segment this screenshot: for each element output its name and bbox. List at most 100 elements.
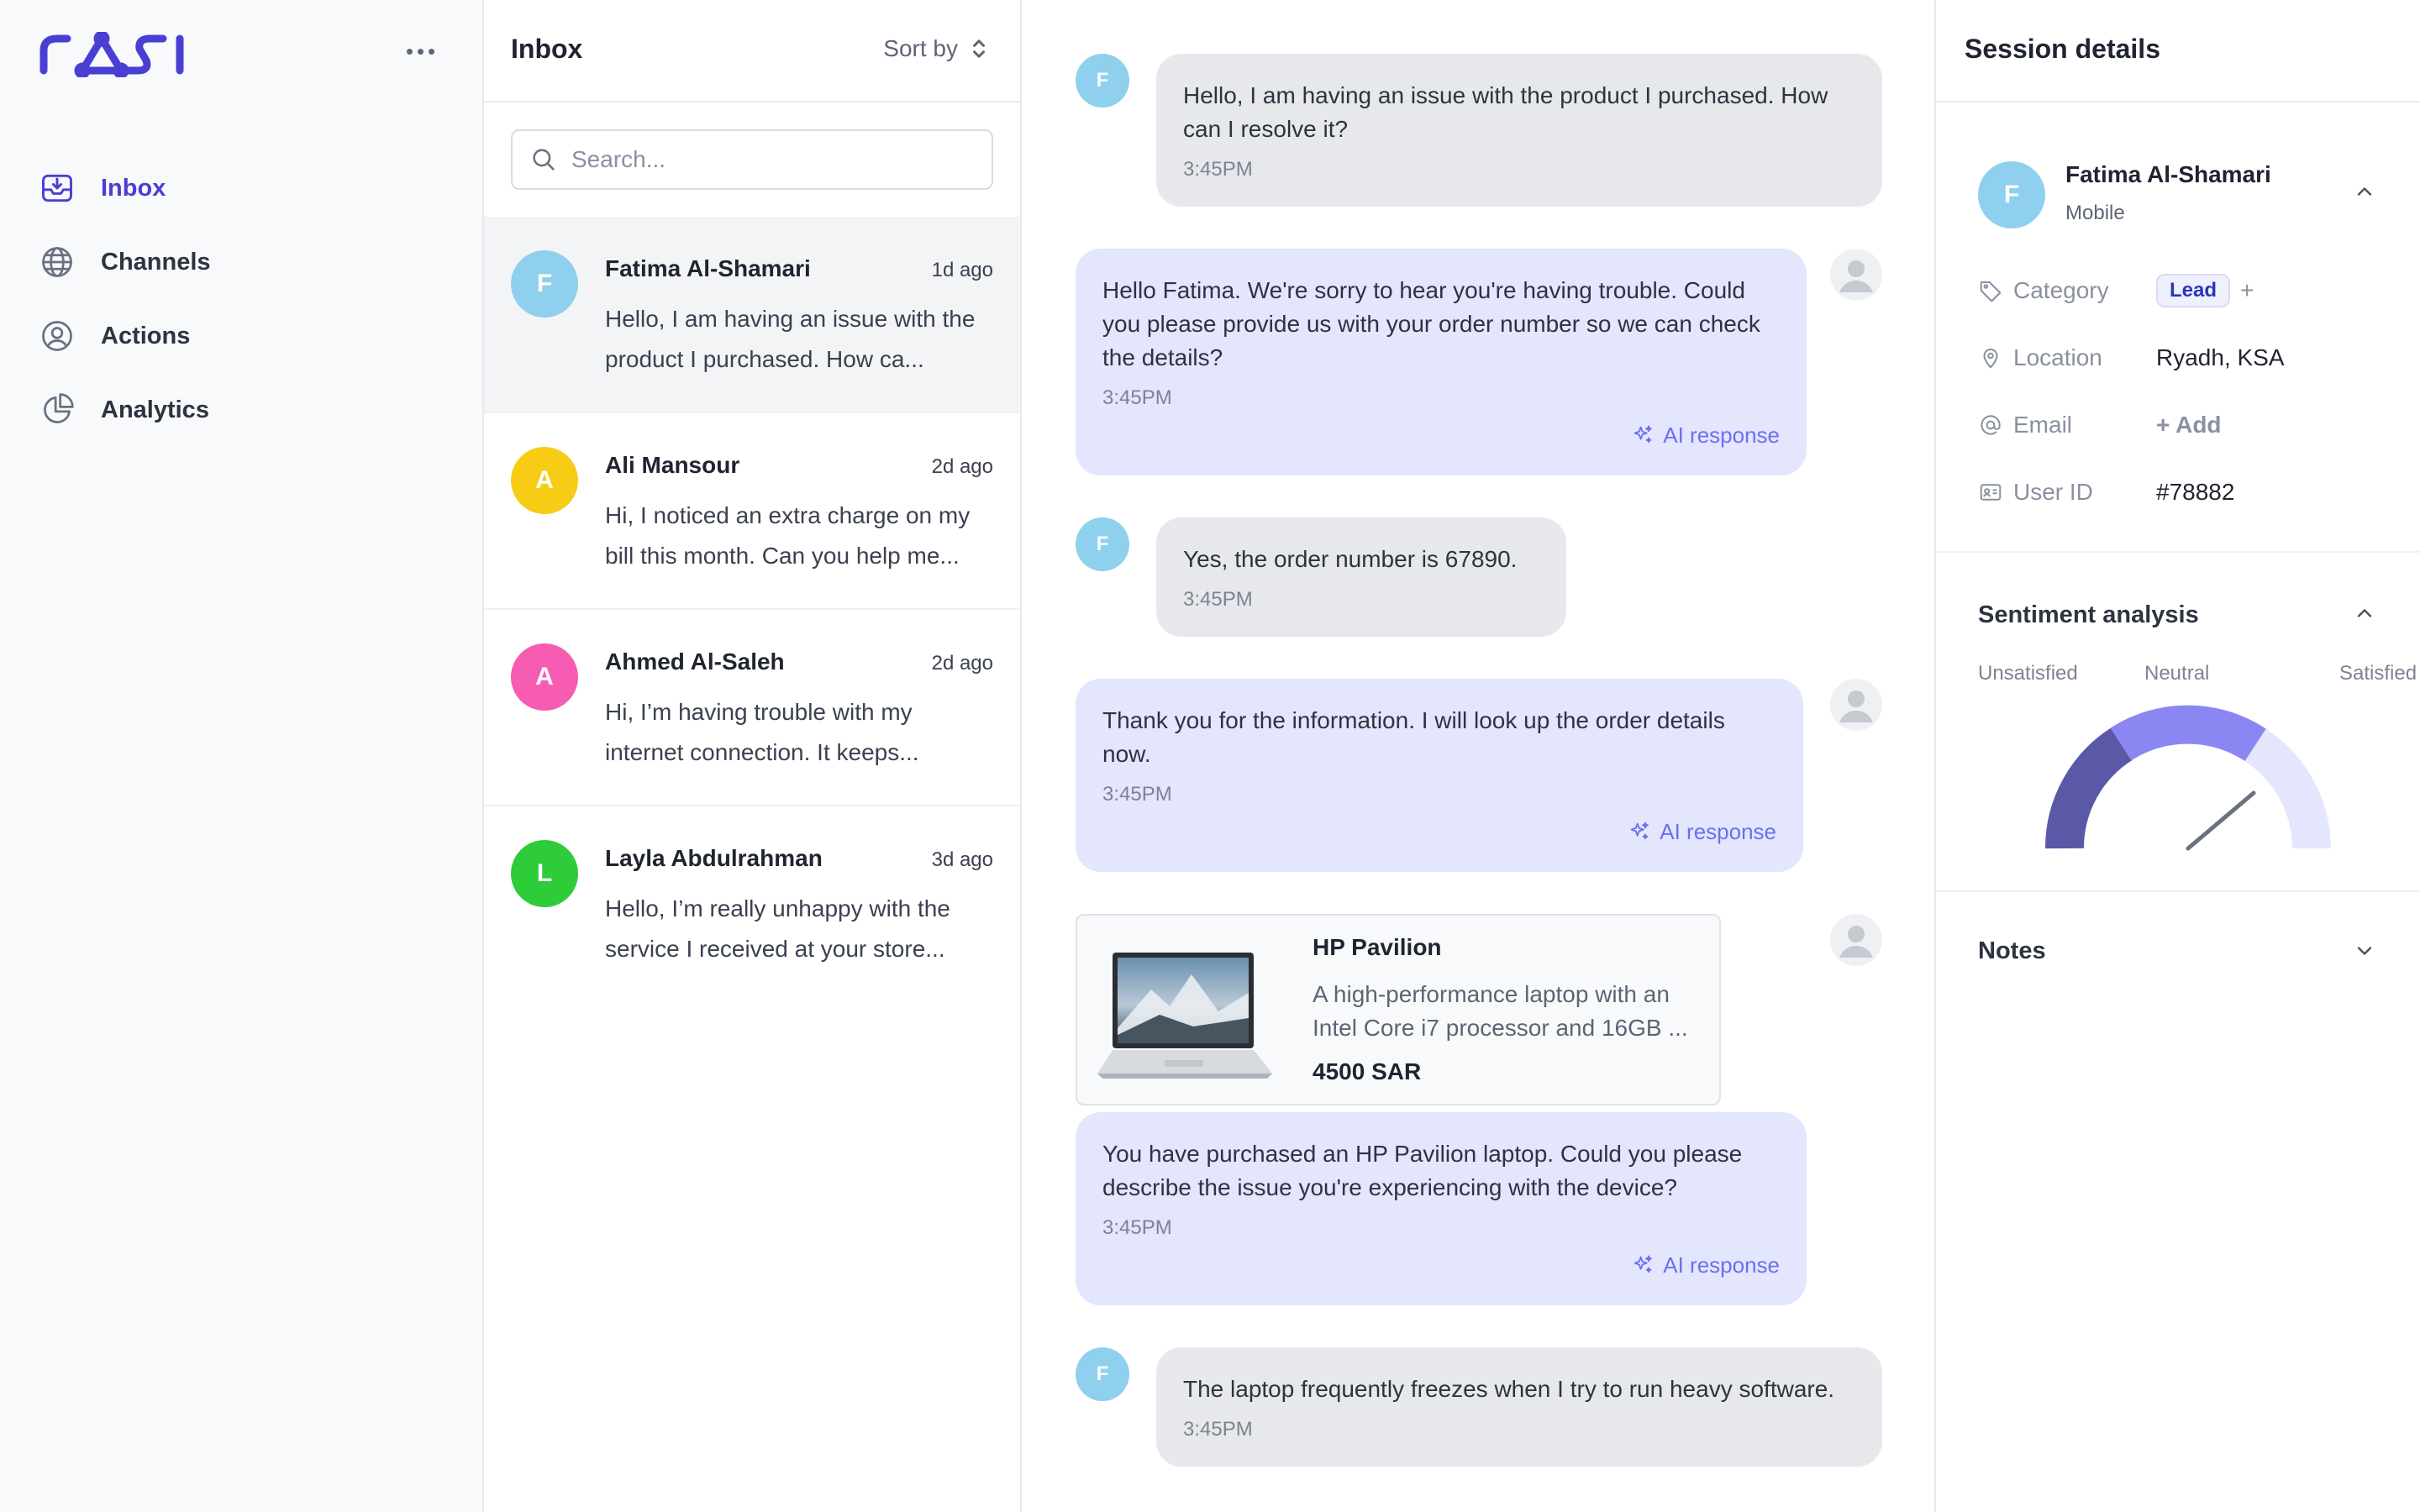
rasi-logo[interactable] [39,32,187,77]
laptop-image [1097,953,1272,1079]
chevron-up-icon[interactable] [2353,601,2376,625]
profile-device: Mobile [2065,202,2125,224]
session-details-title: Session details [1965,34,2160,64]
conversation-time: 2d ago [931,455,993,478]
ai-response-tag: AI response [1102,1248,1780,1282]
sparkles-icon [1634,1255,1653,1273]
user-message: F Hello, I am having an issue with the p… [1076,54,1882,207]
agent-avatar-icon [1830,679,1882,731]
sentiment-label-satisfied: Satisfied [2339,662,2417,685]
message-time: 3:45PM [1102,386,1172,409]
field-user-id: User ID #78882 [1978,475,2234,509]
product-card[interactable]: HP Pavilion A high-performance laptop wi… [1076,914,1721,1105]
id-card-icon [1978,480,2003,505]
contact-name: Ali Mansour [605,452,740,478]
avatar: F [1978,161,2045,228]
sidebar-item-analytics[interactable]: Analytics [39,373,442,447]
inbox-header: Inbox Sort by [484,0,1020,102]
chat-panel[interactable]: F Hello, I am having an issue with the p… [1022,0,1936,1512]
map-pin-icon [1978,345,2003,370]
conversation-item[interactable]: A Ahmed Al-Saleh 2d ago Hi, I’m having t… [484,610,1020,806]
conversation-item[interactable]: A Ali Mansour 2d ago Hi, I noticed an ex… [484,413,1020,610]
sidebar-item-inbox[interactable]: Inbox [39,151,442,225]
search-icon [533,149,555,171]
ai-response-label: AI response [1663,423,1780,448]
inbox-title: Inbox [511,34,583,64]
sentiment-gauge [2045,705,2331,851]
message-time: 3:45PM [1183,158,1253,181]
sidebar-item-channels[interactable]: Channels [39,225,442,299]
more-options-icon[interactable] [407,49,434,55]
divider [1936,551,2420,553]
search-box[interactable] [511,129,993,190]
avatar: F [1076,54,1129,108]
sidebar-item-label: Analytics [101,396,209,423]
sparkles-icon [1630,822,1649,840]
contact-name: Fatima Al-Shamari [605,255,811,281]
message-bubble: Hello, I am having an issue with the pro… [1156,54,1882,207]
sidebar-nav: Inbox Channels Actions Analytics [39,151,442,447]
user-circle-icon [39,318,76,354]
avatar: L [511,840,578,907]
message-bubble: Thank you for the information. I will lo… [1076,679,1803,872]
conversation-time: 3d ago [931,848,993,871]
add-category-button[interactable]: + [2240,277,2254,304]
agent-avatar-icon [1830,914,1882,966]
conversation-preview: Hi, I noticed an extra charge on my bill… [605,502,971,569]
message-thread: F Hello, I am having an issue with the p… [1076,54,1882,1509]
message-bubble: You have purchased an HP Pavilion laptop… [1076,1112,1807,1305]
user-id-value: #78882 [2156,479,2235,505]
contact-name: Ahmed Al-Saleh [605,648,785,675]
sidebar-item-label: Actions [101,322,191,349]
ai-response-label: AI response [1660,819,1776,844]
message-text: Hello, I am having an issue with the pro… [1183,82,1828,142]
field-label: Category [2013,277,2109,303]
inbox-panel: Inbox Sort by F Fatima Al-Shamari 1d ago… [484,0,1022,1512]
conversation-item[interactable]: L Layla Abdulrahman 3d ago Hello, I’m re… [484,806,1020,1003]
agent-avatar-icon [1830,249,1882,301]
product-price: 4500 SAR [1313,1058,1422,1084]
at-sign-icon [1978,412,2003,438]
conversation-preview: Hi, I’m having trouble with my internet … [605,699,919,765]
chevron-down-icon[interactable] [2353,939,2376,963]
sidebar-item-label: Channels [101,248,211,276]
sidebar: Inbox Channels Actions Analytics [0,0,484,1512]
field-category: Category Lead + [1978,274,2254,307]
conversation-time: 1d ago [931,259,993,281]
product-description: A high-performance laptop with an Intel … [1313,981,1688,1041]
profile-name: Fatima Al-Shamari [2065,161,2271,187]
message-time: 3:45PM [1102,1216,1172,1239]
message-text: Thank you for the information. I will lo… [1102,707,1725,767]
field-email: Email + Add [1978,408,2222,442]
message-bubble: The laptop frequently freezes when I try… [1156,1347,1882,1467]
agent-message: Thank you for the information. I will lo… [1076,679,1882,872]
avatar: F [1076,1347,1129,1401]
message-time: 3:45PM [1183,588,1253,611]
field-label: Location [2013,344,2102,370]
add-email-button[interactable]: + Add [2156,412,2222,438]
sentiment-title: Sentiment analysis [1978,601,2199,628]
message-time: 3:45PM [1183,1418,1253,1441]
chevron-up-icon[interactable] [2353,180,2376,203]
sparkles-icon [1634,425,1653,444]
sort-by-button[interactable]: Sort by [883,35,988,62]
gauge-needle [2186,790,2256,851]
message-text: The laptop frequently freezes when I try… [1183,1376,1835,1402]
sidebar-item-label: Inbox [101,174,166,202]
product-name: HP Pavilion [1313,934,1442,960]
conversation-item[interactable]: F Fatima Al-Shamari 1d ago Hello, I am h… [484,217,1020,413]
sidebar-item-actions[interactable]: Actions [39,299,442,373]
message-bubble: Yes, the order number is 67890. 3:45PM [1156,517,1566,637]
message-bubble: Hello Fatima. We're sorry to hear you're… [1076,249,1807,475]
conversation-time: 2d ago [931,652,993,675]
ai-response-tag: AI response [1102,418,1780,452]
search-input[interactable] [570,145,973,174]
contact-name: Layla Abdulrahman [605,845,823,871]
chevron-up-down-icon [973,39,985,58]
sort-by-label: Sort by [883,35,958,61]
category-badge[interactable]: Lead [2156,274,2231,307]
location-value: Ryadh, KSA [2156,344,2285,370]
message-text: Yes, the order number is 67890. [1183,546,1518,572]
agent-message: Hello Fatima. We're sorry to hear you're… [1076,249,1882,475]
session-details-panel: Session details F Fatima Al-Shamari Mobi… [1936,0,2420,1512]
